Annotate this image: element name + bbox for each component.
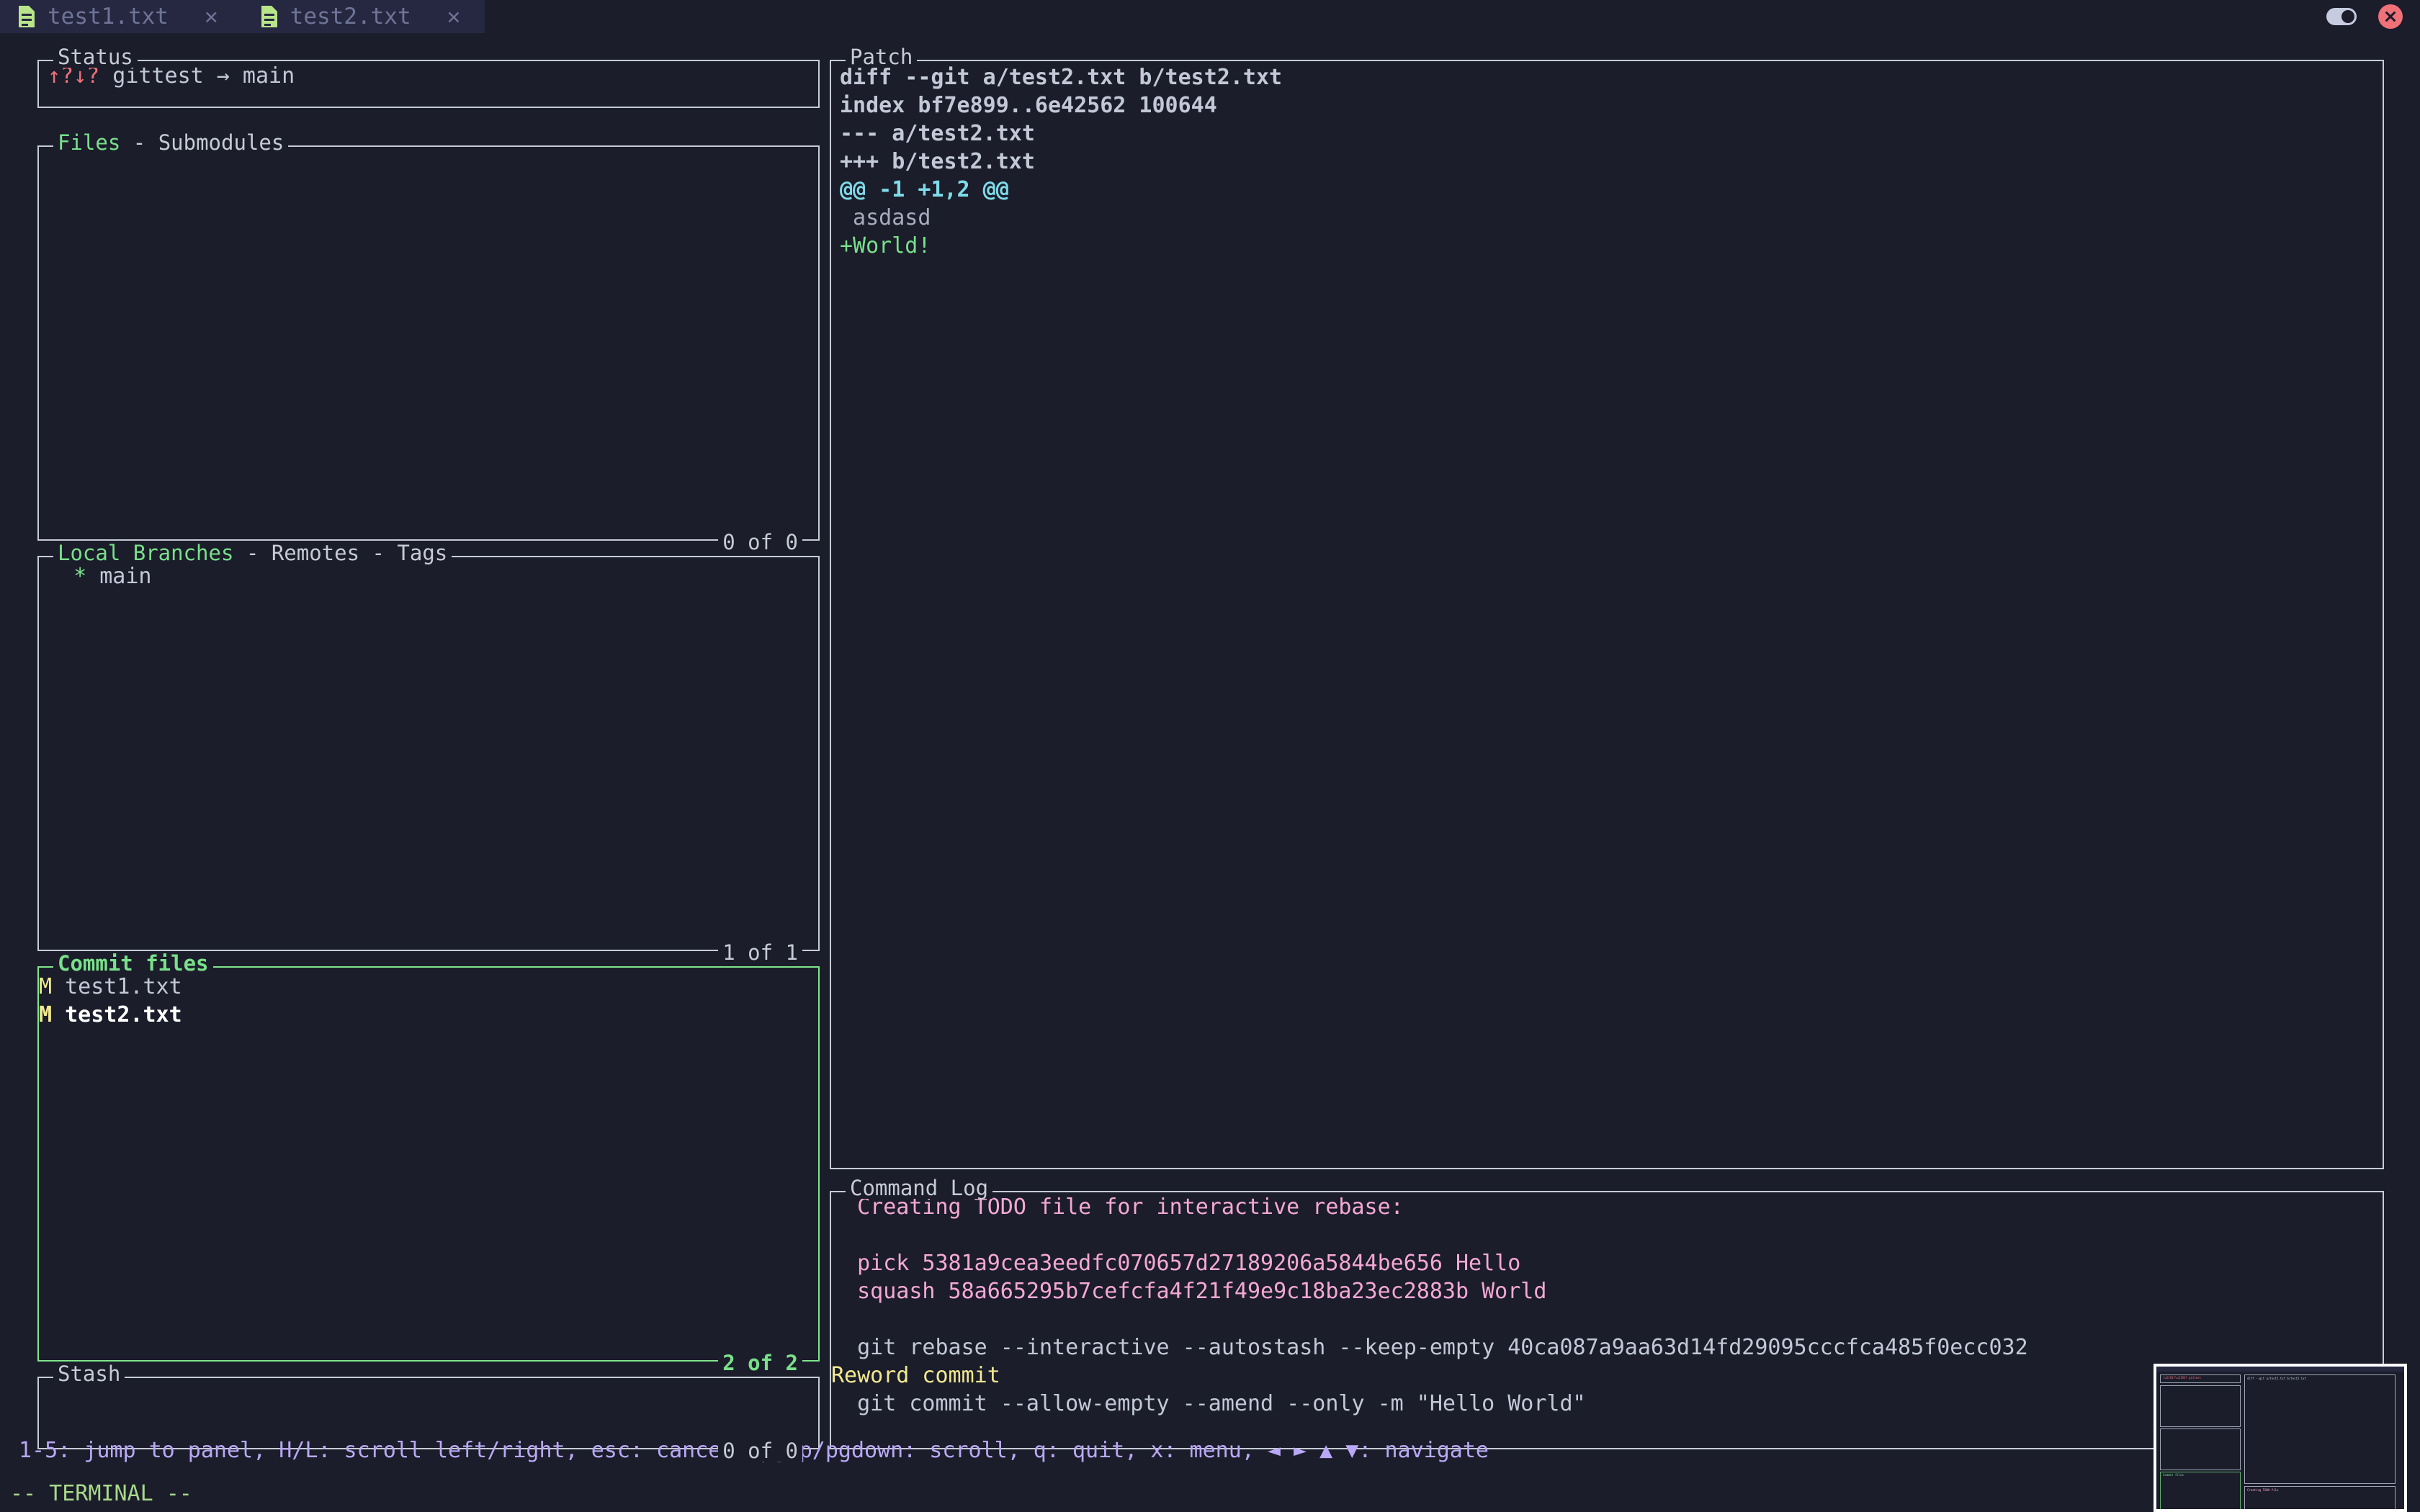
panel-branches-count: 1 of 1: [718, 942, 802, 963]
log-line: git commit --allow-empty --amend --only …: [831, 1390, 2377, 1418]
panel-status-title: Status: [53, 47, 138, 68]
panel-files-body: [48, 152, 812, 534]
patch-line: +++ b/test2.txt: [840, 148, 2377, 176]
file-status-flag: M: [39, 1002, 52, 1027]
log-line: pick 5381a9cea3eedfc070657d27189206a5844…: [831, 1249, 2377, 1277]
panel-branches-title-primary: Local Branches: [58, 541, 233, 565]
patch-line: --- a/test2.txt: [840, 120, 2377, 148]
panel-files-title-rest: - Submodules: [120, 130, 284, 155]
preview-minimap-content: \u2191?\u2193? gittest diff --git a/test…: [2156, 1367, 2404, 1509]
panel-commit-files-title: Commit files: [53, 953, 213, 974]
tab-label: test2.txt: [290, 4, 411, 30]
tab-label: test1.txt: [48, 4, 169, 30]
panel-patch-body: diff --git a/test2.txt b/test2.txt index…: [840, 63, 2377, 1162]
minimap-panel-branches: [2160, 1428, 2241, 1470]
panel-status-body: ↑?↓? gittest → main: [48, 62, 812, 101]
panel-command-log-body: Creating TODO file for interactive rebas…: [831, 1193, 2377, 1442]
panel-stash-body: [48, 1383, 812, 1442]
panel-branches-title-rest: - Remotes - Tags: [233, 541, 447, 565]
minimap-panel-files: [2160, 1385, 2241, 1427]
lazygit-app: Status ↑?↓? gittest → main Files - Submo…: [0, 33, 2420, 1512]
panel-commit-files-body: M test1.txt M test2.txt: [39, 973, 812, 1354]
tab-test2[interactable]: test2.txt ✕: [243, 0, 485, 33]
file-name: test1.txt: [52, 974, 182, 999]
window-controls: [2326, 0, 2420, 33]
table-row[interactable]: M test1.txt: [39, 973, 812, 1001]
list-item[interactable]: * main: [48, 562, 812, 590]
minimap-text: Commit files: [2163, 1473, 2184, 1477]
tabbar-spacer: [485, 0, 2326, 33]
branch-name: main: [99, 564, 151, 589]
panel-status[interactable]: Status ↑?↓? gittest → main: [37, 52, 820, 108]
patch-context-line: asdasd: [840, 204, 2377, 232]
panel-command-log-title: Command Log: [846, 1178, 992, 1199]
preview-minimap[interactable]: \u2191?\u2193? gittest diff --git a/test…: [2154, 1364, 2407, 1512]
toggle-switch-icon[interactable]: [2326, 8, 2357, 25]
panel-commit-files[interactable]: Commit files 2 of 2 M test1.txt M test2.…: [37, 958, 820, 1362]
minimap-text: diff --git a/test2.txt b/test2.txt: [2247, 1377, 2306, 1380]
log-line: git rebase --interactive --autostash --k…: [831, 1333, 2377, 1362]
minimap-tabbar: [2156, 1367, 2404, 1372]
minimap-text: \u2191?\u2193? gittest: [2163, 1376, 2201, 1380]
panel-files-count: 0 of 0: [718, 532, 802, 553]
minimap-panel-commit-files: [2160, 1472, 2241, 1512]
patch-hunk-header: @@ -1 +1,2 @@: [840, 176, 2377, 204]
panel-patch-title: Patch: [846, 47, 917, 68]
minimap-panel-patch: [2244, 1374, 2396, 1484]
close-window-icon[interactable]: [2378, 4, 2403, 29]
panel-command-log[interactable]: Command Log Creating TODO file for inter…: [830, 1183, 2384, 1449]
file-name: test2.txt: [52, 1002, 182, 1027]
panel-stash-count: 0 of 0: [718, 1441, 802, 1462]
close-icon[interactable]: ✕: [447, 6, 461, 28]
file-status-flag: M: [39, 974, 52, 999]
current-branch-marker: *: [48, 564, 99, 589]
patch-line: diff --git a/test2.txt b/test2.txt: [840, 63, 2377, 91]
panel-branches[interactable]: Local Branches - Remotes - Tags 1 of 1 *…: [37, 548, 820, 951]
status-line: ↑?↓? gittest → main: [48, 62, 812, 90]
minimap-text: Creating TODO file: [2247, 1488, 2278, 1492]
table-row[interactable]: M test2.txt: [39, 1001, 812, 1029]
file-icon: [17, 5, 36, 28]
editor-tab-bar: test1.txt ✕ test2.txt ✕: [0, 0, 2420, 33]
log-line: [831, 1221, 2377, 1249]
tab-test1[interactable]: test1.txt ✕: [0, 0, 243, 33]
patch-added-line: +World!: [840, 232, 2377, 260]
panel-files-title: Files - Submodules: [53, 132, 288, 153]
log-line: [831, 1305, 2377, 1333]
panel-stash-title: Stash: [53, 1364, 125, 1385]
panel-files[interactable]: Files - Submodules 0 of 0: [37, 138, 820, 541]
panel-branches-title: Local Branches - Remotes - Tags: [53, 543, 452, 564]
close-icon[interactable]: ✕: [205, 6, 218, 28]
terminal-mode-indicator: -- TERMINAL --: [0, 1476, 2420, 1512]
panel-files-title-primary: Files: [58, 130, 120, 155]
log-line: Creating TODO file for interactive rebas…: [831, 1193, 2377, 1221]
log-line: squash 58a665295b7cefcfa4f21f49e9c18ba23…: [831, 1277, 2377, 1305]
panel-commit-files-count: 2 of 2: [718, 1353, 802, 1374]
panel-patch[interactable]: Patch diff --git a/test2.txt b/test2.txt…: [830, 52, 2384, 1169]
patch-line: index bf7e899..6e42562 100644: [840, 91, 2377, 120]
log-line: Reword commit: [831, 1362, 2377, 1390]
file-icon: [260, 5, 279, 28]
panel-stash[interactable]: Stash 0 of 0: [37, 1369, 820, 1449]
panel-branches-body: * main: [48, 562, 812, 944]
